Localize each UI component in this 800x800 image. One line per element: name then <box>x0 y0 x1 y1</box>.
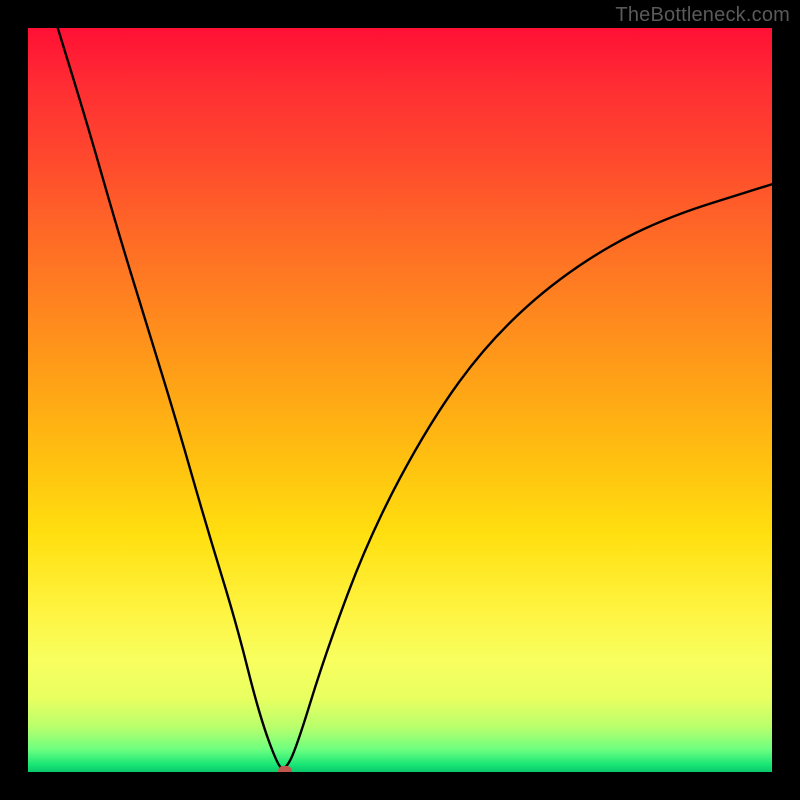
chart-frame: TheBottleneck.com <box>0 0 800 800</box>
plot-area <box>28 28 772 772</box>
minimum-marker <box>278 766 292 773</box>
bottleneck-curve <box>28 28 772 772</box>
watermark-text: TheBottleneck.com <box>615 4 790 27</box>
